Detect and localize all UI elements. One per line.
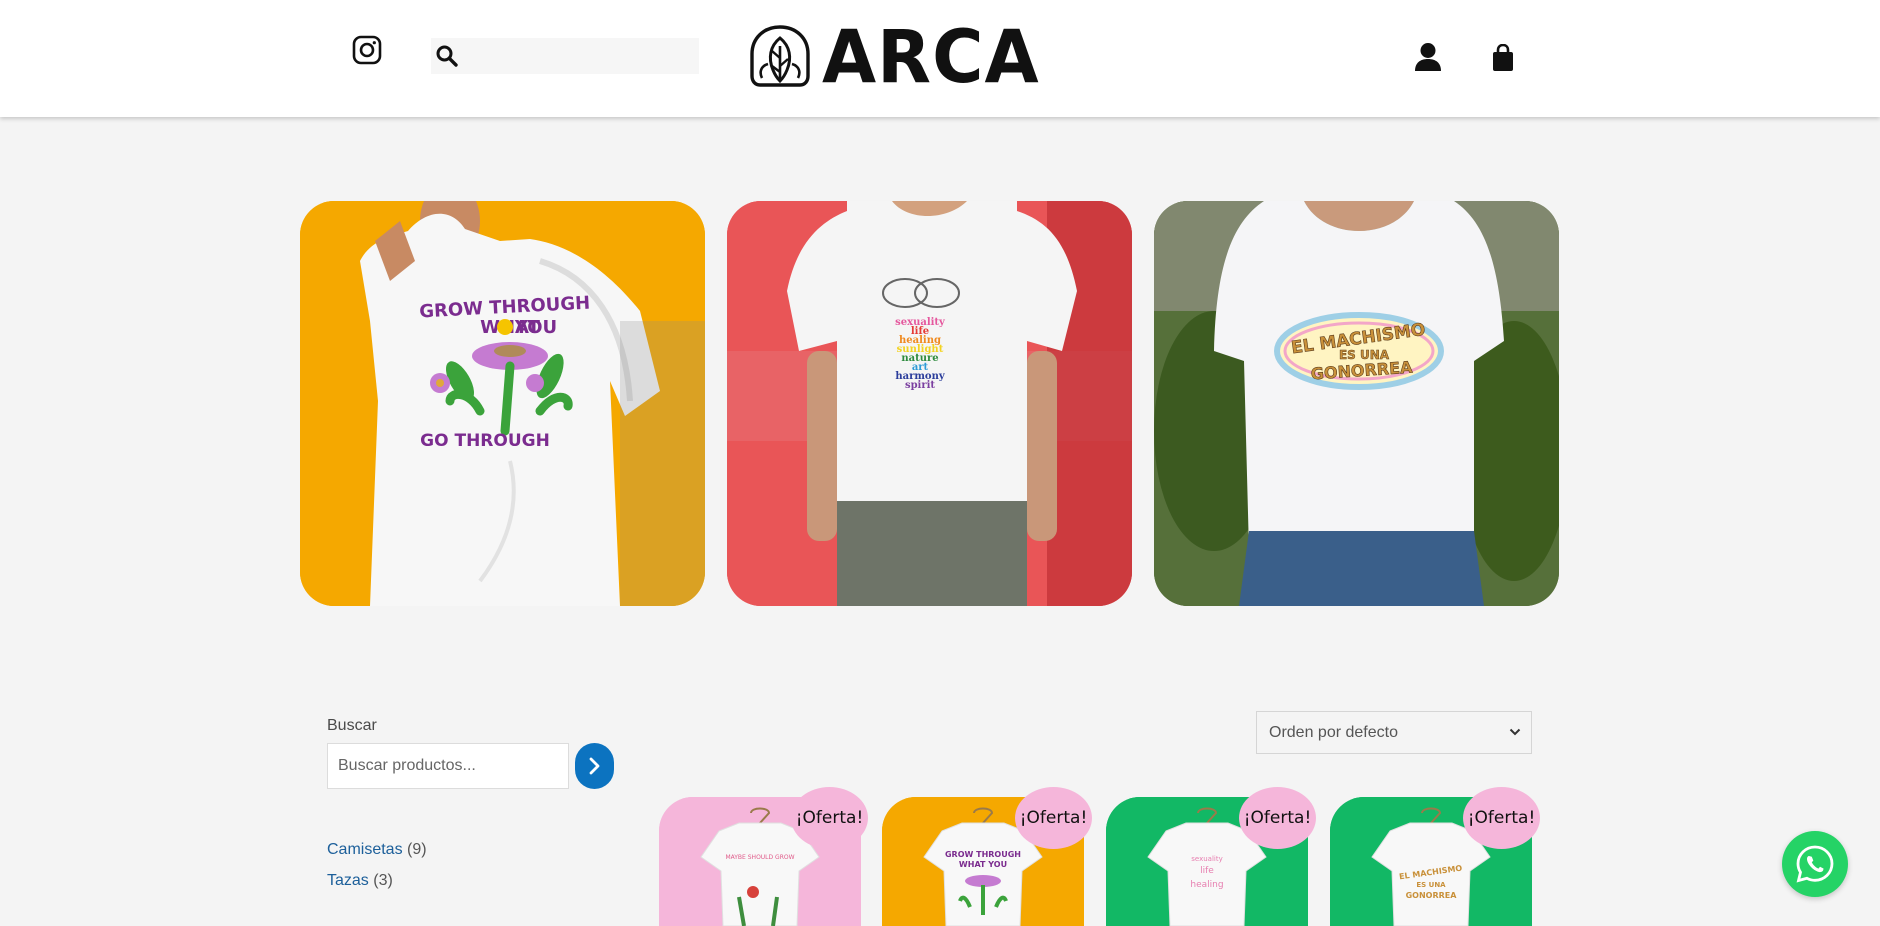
- banner-image: EL MACHISMO ES UNA GONORREA: [1154, 201, 1559, 606]
- search-submit-button[interactable]: [575, 743, 614, 789]
- whatsapp-icon: [1796, 845, 1834, 883]
- svg-text:GROW THROUGH: GROW THROUGH: [945, 850, 1021, 859]
- svg-text:healing: healing: [1190, 880, 1223, 890]
- promo-banner-1[interactable]: GROW THROUGH WHAT YOU GO THROUGH: [300, 201, 705, 606]
- banner-image: sexuality life healing sunlight nature a…: [727, 201, 1132, 606]
- product-search-input[interactable]: [327, 743, 569, 789]
- user-icon[interactable]: [1414, 42, 1442, 72]
- category-count: (9): [407, 841, 427, 858]
- sale-badge: ¡Oferta!: [1463, 787, 1540, 849]
- category-item: Camisetas (9): [327, 841, 427, 859]
- category-link-camisetas[interactable]: Camisetas: [327, 841, 403, 858]
- category-link-tazas[interactable]: Tazas: [327, 872, 369, 889]
- category-item: Tazas (3): [327, 872, 393, 890]
- svg-text:YOU: YOU: [514, 317, 557, 338]
- sale-badge: ¡Oferta!: [1239, 787, 1316, 849]
- instagram-icon[interactable]: [352, 35, 382, 65]
- svg-text:life: life: [1200, 866, 1214, 876]
- banner-image: GROW THROUGH WHAT YOU GO THROUGH: [300, 201, 705, 606]
- sale-badge: ¡Oferta!: [791, 787, 868, 849]
- category-count: (3): [373, 872, 393, 889]
- svg-text:spirit: spirit: [905, 380, 935, 391]
- promo-banner-3[interactable]: EL MACHISMO ES UNA GONORREA: [1154, 201, 1559, 606]
- whatsapp-chat-button[interactable]: [1782, 831, 1848, 897]
- sort-select[interactable]: Orden por defecto: [1256, 711, 1532, 754]
- svg-text:GO THROUGH: GO THROUGH: [420, 431, 550, 451]
- site-header: ARCA: [0, 0, 1880, 117]
- promo-banner-2[interactable]: sexuality life healing sunlight nature a…: [727, 201, 1132, 606]
- search-label: Buscar: [327, 717, 377, 734]
- logo-text: ARCA: [822, 14, 1040, 100]
- sort-selected-value: Orden por defecto: [1269, 724, 1398, 741]
- chevron-down-icon: [1509, 728, 1521, 736]
- shopping-bag-icon[interactable]: [1492, 43, 1514, 72]
- leaf-logo-icon: [750, 25, 810, 87]
- svg-text:MAYBE SHOULD GROW: MAYBE SHOULD GROW: [725, 854, 794, 861]
- svg-text:WHAT YOU: WHAT YOU: [959, 860, 1007, 869]
- site-logo[interactable]: ARCA: [748, 14, 1039, 100]
- svg-text:GONORREA: GONORREA: [1406, 891, 1458, 900]
- svg-text:ES UNA: ES UNA: [1416, 881, 1446, 889]
- header-search: [431, 38, 699, 74]
- svg-text:sexuality: sexuality: [1191, 855, 1222, 863]
- search-icon[interactable]: [435, 44, 459, 68]
- header-search-input[interactable]: [465, 38, 697, 74]
- sale-badge: ¡Oferta!: [1015, 787, 1092, 849]
- chevron-right-icon: [589, 757, 600, 775]
